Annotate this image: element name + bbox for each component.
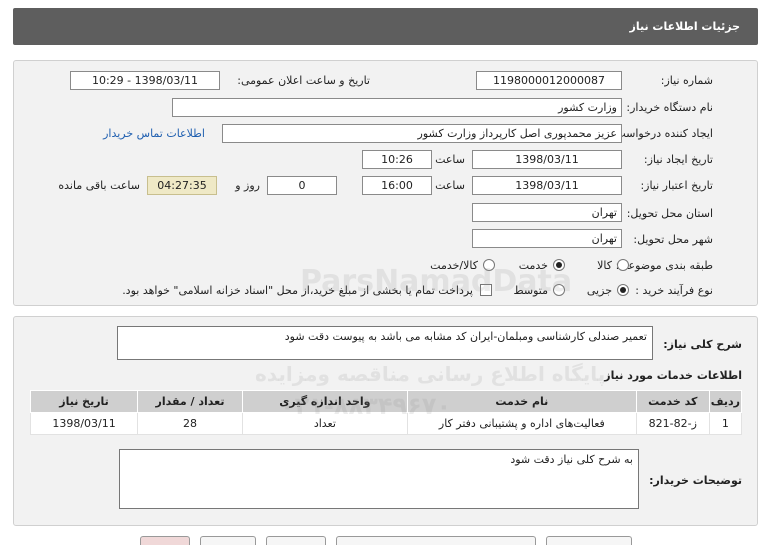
col-unit: واحد اندازه گیری [241, 390, 408, 413]
buyer-notes-text: به شرح کلی نیاز دقت شود [119, 449, 639, 509]
bottom-button-4[interactable] [336, 536, 536, 545]
validity-date-field: 1398/03/11 [472, 176, 622, 195]
category-option-goods-service: کالا/خدمت [430, 259, 478, 272]
col-service-code: کد خدمت [635, 390, 710, 413]
announce-label: تاریخ و ساعت اعلان عمومی: [237, 74, 370, 87]
request-info-panel: شماره نیاز: 1198000012000087 تاریخ و ساع… [13, 60, 758, 306]
buyer-notes-label: توضیحات خریدار: [649, 474, 742, 487]
buyer-contact-link[interactable]: اطلاعات تماس خریدار [103, 127, 205, 140]
creator-field: عزیز محمدپوری اصل کارپرداز وزارت کشور [222, 124, 622, 143]
created-time-field: 10:26 [362, 150, 432, 169]
col-need-date: تاریخ نیاز [29, 390, 139, 413]
category-radio-goods[interactable] [617, 259, 629, 271]
table-row: 1 ز-82-821 فعالیت‌های اداره و پشتیبانی د… [29, 412, 743, 435]
services-table-header: ردیف کد خدمت نام خدمت واحد اندازه گیری ت… [29, 390, 743, 413]
bottom-button-3[interactable] [266, 536, 326, 545]
buyer-org-label: نام دستگاه خریدار: [626, 101, 713, 114]
cell-need-date: 1398/03/11 [29, 412, 139, 435]
page-header: جزئیات اطلاعات نیاز [13, 8, 758, 45]
city-label: شهر محل تحویل: [633, 233, 713, 246]
city-field: تهران [472, 229, 622, 248]
cell-row: 1 [708, 412, 743, 435]
remaining-time-label: ساعت باقی مانده [58, 179, 140, 192]
bottom-button-5[interactable] [546, 536, 632, 545]
validity-time-field: 16:00 [362, 176, 432, 195]
summary-text: تعمیر صندلی کارشناسی ومبلمان-ایران کد مش… [117, 326, 653, 360]
buyer-org-field: وزارت کشور [172, 98, 622, 117]
cell-service-code: ز-82-821 [635, 412, 710, 435]
remaining-time-field: 04:27:35 [147, 176, 217, 195]
cell-service-name: فعالیت‌های اداره و پشتیبانی دفتر کار [406, 412, 637, 435]
process-option-minor: جزیی [586, 284, 612, 297]
bottom-button-1[interactable] [140, 536, 190, 545]
col-row: ردیف [708, 390, 743, 413]
creator-label: ایجاد کننده درخواست: [611, 127, 713, 140]
need-number-label: شماره نیاز: [660, 74, 713, 87]
services-table: ردیف کد خدمت نام خدمت واحد اندازه گیری ت… [29, 390, 743, 435]
process-radio-minor[interactable] [617, 284, 629, 296]
summary-label: شرح کلی نیاز: [663, 338, 742, 351]
validity-date-label: تاریخ اعتبار نیاز: [640, 179, 713, 192]
treasury-payment-note: پرداخت تمام یا بخشی از مبلغ خرید،از محل … [122, 284, 473, 297]
province-field: تهران [472, 203, 622, 222]
category-option-service: خدمت [518, 259, 548, 272]
process-label: نوع فرآیند خرید : [635, 284, 713, 297]
process-radio-medium[interactable] [553, 284, 565, 296]
days-label: روز و [235, 179, 260, 192]
col-quantity: تعداد / مقدار [137, 390, 243, 413]
bottom-button-2[interactable] [200, 536, 256, 545]
created-date-field: 1398/03/11 [472, 150, 622, 169]
need-details-panel: شرح کلی نیاز: تعمیر صندلی کارشناسی ومبلم… [13, 316, 758, 526]
need-number-field: 1198000012000087 [476, 71, 622, 90]
cell-unit: تعداد [241, 412, 408, 435]
category-label: طبقه بندی موضوعی: [615, 259, 713, 272]
col-service-name: نام خدمت [406, 390, 637, 413]
province-label: استان محل تحویل: [626, 207, 713, 220]
category-radio-goods-service[interactable] [483, 259, 495, 271]
validity-hour-label: ساعت [435, 179, 465, 192]
services-title: اطلاعات خدمات مورد نیاز [604, 369, 742, 382]
cell-quantity: 28 [137, 412, 243, 435]
category-radio-service[interactable] [553, 259, 565, 271]
days-remaining-field: 0 [267, 176, 337, 195]
treasury-payment-checkbox[interactable] [480, 284, 492, 296]
category-option-goods: کالا [597, 259, 612, 272]
page-title: جزئیات اطلاعات نیاز [629, 20, 741, 33]
created-date-label: تاریخ ایجاد نیاز: [643, 153, 713, 166]
announce-field: 1398/03/11 - 10:29 [70, 71, 220, 90]
process-option-medium: متوسط [513, 284, 548, 297]
created-hour-label: ساعت [435, 153, 465, 166]
